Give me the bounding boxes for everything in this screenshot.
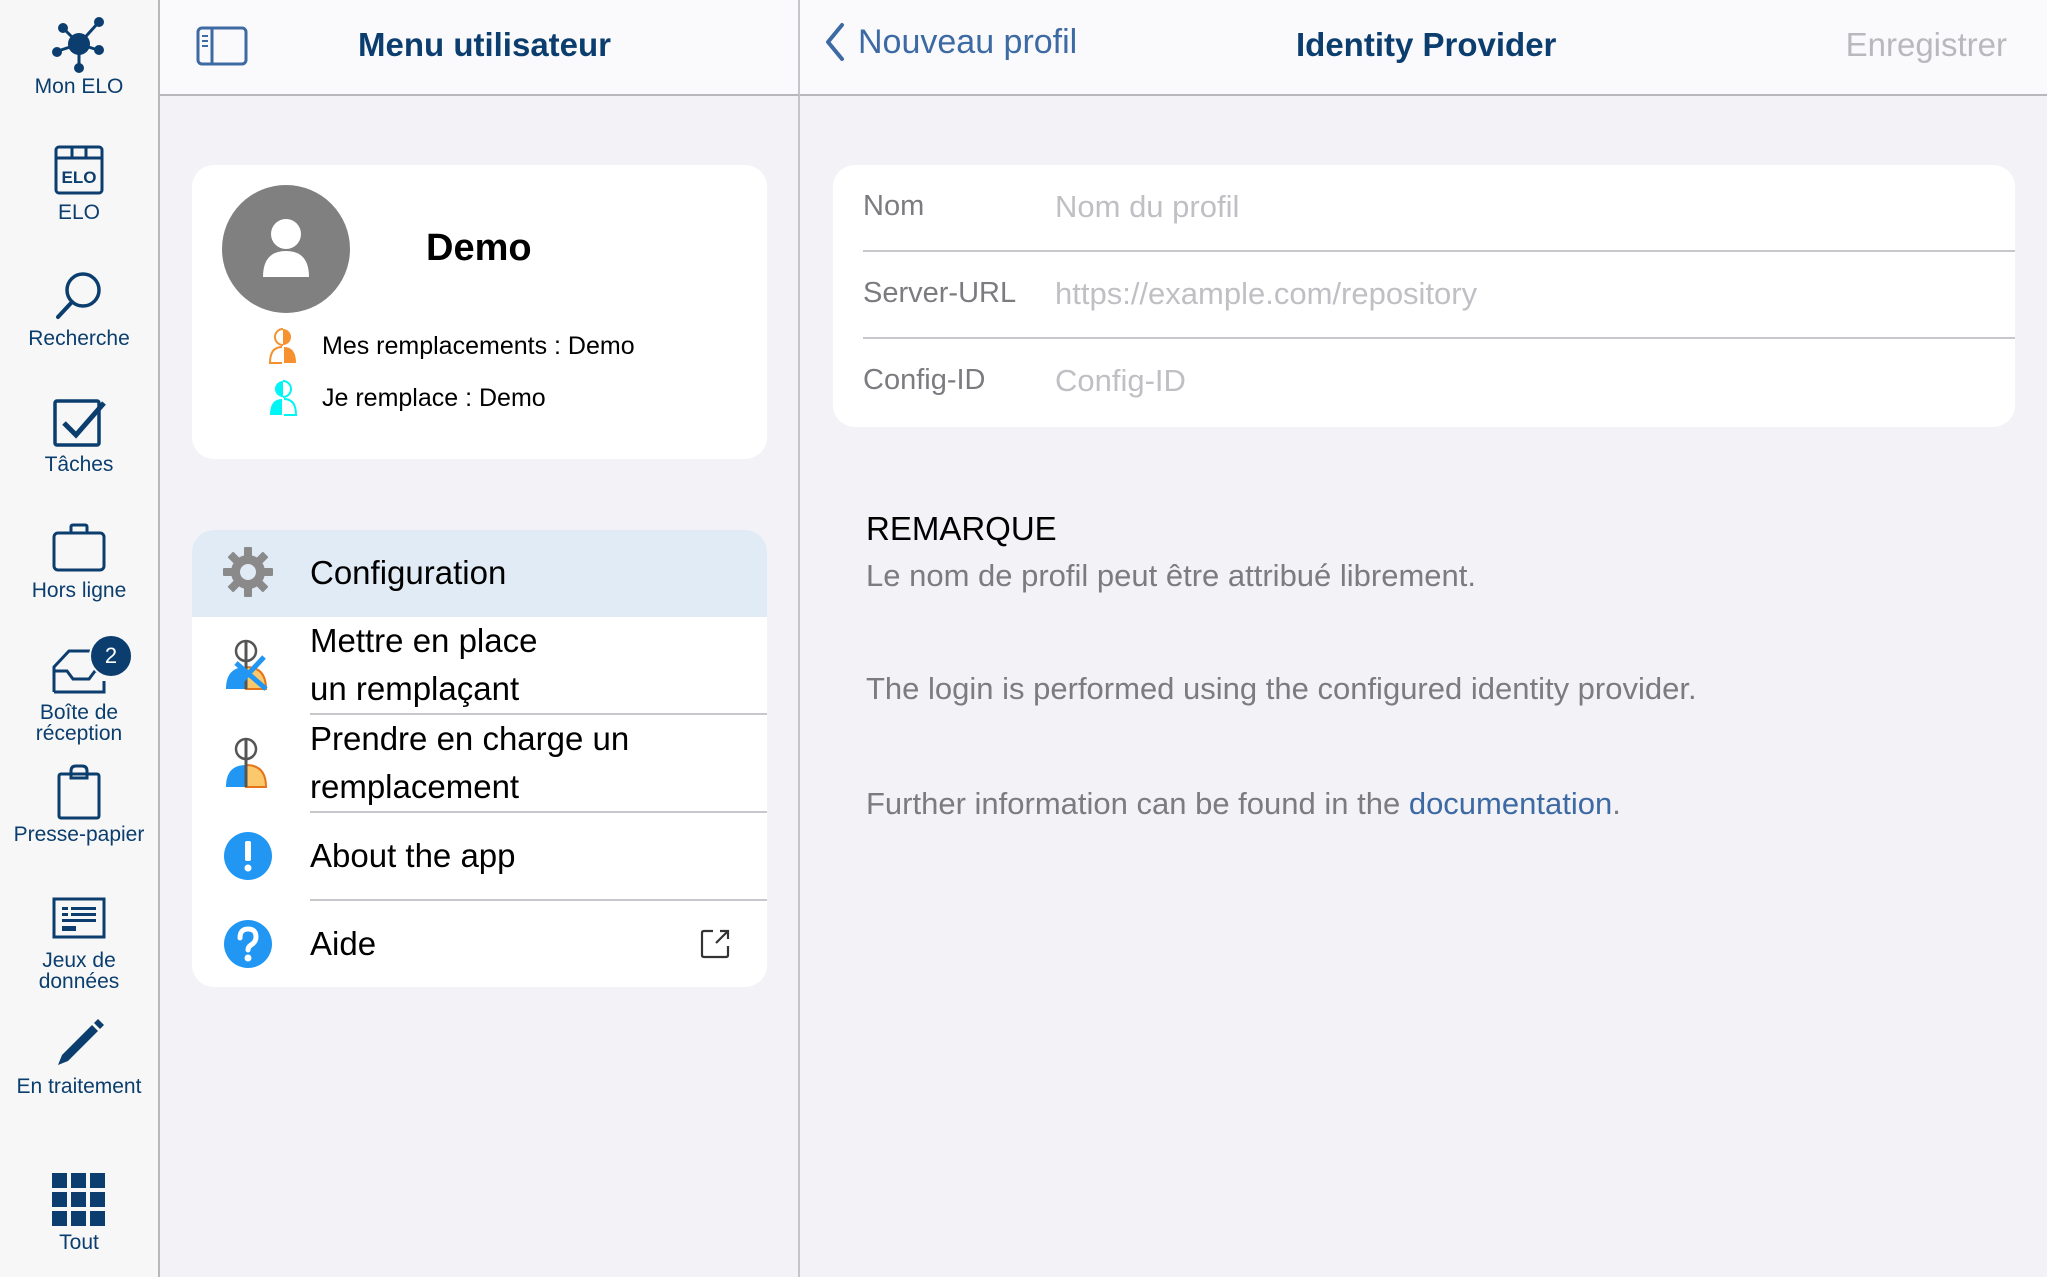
pencil-icon [47,1014,111,1074]
rail-label: Mon ELO [34,75,124,98]
rail-label-line: données [38,970,120,993]
profile-name: Demo [426,227,532,269]
rail-label-line: Boîte de [39,701,119,724]
note-profile-name: Le nom de profil peut être attribué libr… [866,558,1477,593]
app-navigation-rail: Mon ELO ELO ELO Recherche Tâches Hors li… [0,0,160,1277]
form-row-name: Nom [833,165,2015,252]
menu-item-configuration[interactable]: Configuration [192,530,767,617]
profile-card: Demo Mes remplacements : Demo Je remplac… [192,165,767,459]
menu-item-label-line: remplacement [310,768,520,805]
user-menu-panel: Demo Mes remplacements : Demo Je remplac… [160,96,800,1277]
menu-item-label: Prendre en charge un remplacement [310,715,629,811]
network-icon [47,14,111,74]
rail-label: En traitement [16,1075,142,1098]
name-label: Nom [863,190,925,222]
elo-repository-icon: ELO [47,140,111,200]
gear-icon [220,544,276,600]
i-substitute-label: Je remplace : Demo [322,383,546,412]
identity-provider-panel: Nom Server-URL Config-ID REMARQUE Le nom… [800,96,2047,1277]
rail-label: Hors ligne [31,579,127,602]
rail-item-presse-papier[interactable]: Presse-papier [0,762,158,845]
page-title: Menu utilisateur [358,26,612,63]
profile-header: Nouveau profil Identity Provider Enregis… [800,0,2047,96]
rail-item-mon-elo[interactable]: Mon ELO [0,14,158,97]
svg-text:ELO: ELO [62,168,97,187]
menu-item-label: About the app [310,837,516,874]
rail-label-line: réception [35,722,123,745]
menu-item-take-over-substitute[interactable]: Prendre en charge un remplacement [192,715,767,811]
rail-item-jeux-de-donnees[interactable]: Jeux de données [0,888,158,992]
rail-label: Boîte de réception [36,702,122,744]
grid-icon [47,1170,111,1230]
clipboard-icon [47,762,111,822]
server-url-field[interactable] [1055,270,1975,318]
rail-item-elo[interactable]: ELO ELO [0,140,158,223]
menu-item-label: Configuration [310,554,507,591]
config-id-field[interactable] [1055,357,1975,405]
take-over-substitute-icon [220,735,276,791]
profile-name-field[interactable] [1055,183,1975,231]
rail-label: Jeux de données [39,950,120,992]
server-url-label: Server-URL [863,277,1017,309]
menu-item-label-line: un remplaçant [310,670,520,707]
rail-item-taches[interactable]: Tâches [0,392,158,475]
note-heading: REMARQUE [866,510,1057,547]
save-button[interactable]: Enregistrer [1846,26,2007,64]
i-substitute-row[interactable]: Je remplace : Demo [268,379,546,417]
page-title: Identity Provider [1296,26,1557,63]
rail-item-tout[interactable]: Tout [0,1170,158,1253]
my-substitutes-label: Mes remplacements : Demo [322,331,635,360]
rail-label: ELO [57,201,101,224]
back-button[interactable]: Nouveau profil [824,22,1077,62]
user-menu-header: Menu utilisateur [160,0,800,96]
i-substitute-icon [270,380,298,416]
back-button-label: Nouveau profil [858,22,1078,61]
documentation-link[interactable]: documentation [1409,786,1612,821]
user-menu-list: Configuration Mettre en place un remplaça… [192,530,767,987]
note-further-info-prefix: Further information can be found in the [866,786,1409,821]
setup-substitute-icon [220,637,276,693]
sidebar-toggle-icon [196,26,248,66]
profile-form: Nom Server-URL Config-ID [833,165,2015,427]
config-id-label: Config-ID [863,364,986,396]
form-row-server-url: Server-URL [833,252,2015,339]
rail-label: Tâches [44,453,114,476]
note-further-info-suffix: . [1612,786,1621,821]
menu-item-help[interactable]: Aide [192,901,767,987]
dataset-icon [47,888,111,948]
external-link-icon [700,929,730,959]
user-icon [263,219,309,277]
note-further-info: Further information can be found in the … [866,786,1621,822]
rail-item-hors-ligne[interactable]: Hors ligne [0,518,158,601]
rail-label: Tout [59,1231,99,1254]
avatar[interactable] [222,185,350,313]
sidebar-toggle-button[interactable] [196,26,248,66]
inbox-icon: 2 [47,634,133,700]
menu-item-setup-substitute[interactable]: Mettre en place un remplaçant [192,617,767,713]
help-icon [220,916,276,972]
menu-item-label-line: Prendre en charge un [310,720,630,757]
rail-item-en-traitement[interactable]: En traitement [0,1014,158,1097]
form-row-config-id: Config-ID [833,339,2015,426]
note-login-info: The login is performed using the configu… [866,671,1697,706]
briefcase-icon [47,518,111,578]
rail-item-boite-de-reception[interactable]: 2 Boîte de réception [0,634,158,744]
rail-label: Recherche [28,327,130,350]
my-substitutes-row[interactable]: Mes remplacements : Demo [268,327,635,365]
info-icon [220,828,276,884]
rail-item-recherche[interactable]: Recherche [0,266,158,349]
inbox-count-badge: 2 [89,634,133,678]
my-substitutes-icon [268,328,296,364]
menu-item-label: Aide [310,925,377,962]
chevron-left-icon [826,23,844,61]
rail-label: Presse-papier [13,823,145,846]
menu-item-label-line: Mettre en place [310,622,538,659]
menu-item-about-app[interactable]: About the app [192,813,767,899]
search-icon [47,266,111,326]
checkbox-icon [47,392,111,452]
menu-item-label: Mettre en place un remplaçant [310,617,537,713]
rail-label-line: Jeux de [42,949,116,972]
